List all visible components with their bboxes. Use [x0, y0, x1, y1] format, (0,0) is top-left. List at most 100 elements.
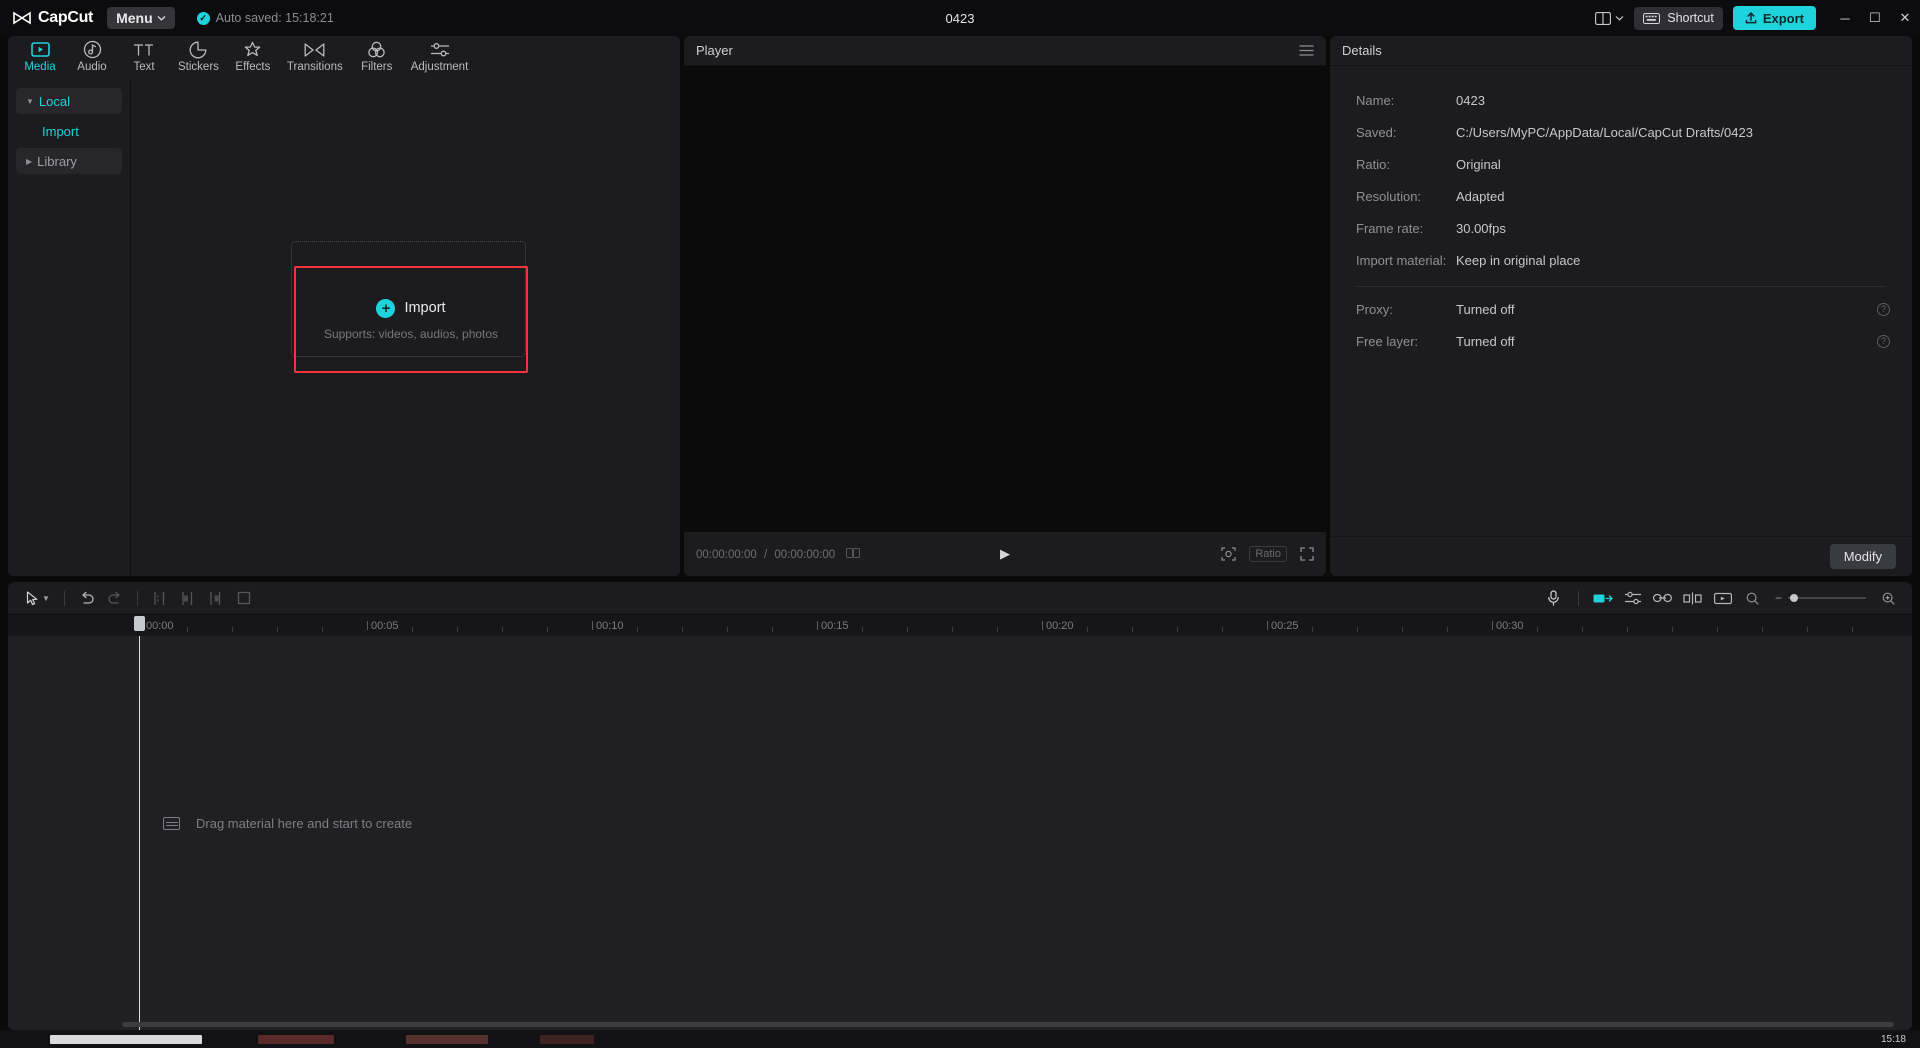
shortcut-label: Shortcut	[1667, 11, 1714, 25]
import-cta: + Import Supports: videos, audios, photo…	[291, 266, 531, 373]
detail-key: Saved:	[1356, 125, 1456, 140]
ruler-tick: 00:00	[146, 620, 174, 632]
tab-audio[interactable]: Audio	[66, 38, 118, 73]
tab-media[interactable]: Media	[14, 38, 66, 73]
adjustment-icon	[430, 40, 450, 59]
tab-stickers[interactable]: Stickers	[170, 38, 227, 73]
player-controls: 00:00:00:00 / 00:00:00:00 ▶	[684, 532, 1326, 576]
detail-value: Original	[1456, 157, 1501, 172]
snap-button[interactable]	[1679, 585, 1707, 611]
ruler-minor-tick	[997, 627, 998, 632]
export-icon	[1745, 12, 1757, 24]
ruler-minor-tick	[187, 627, 188, 632]
os-taskbar: 15:18	[0, 1030, 1920, 1048]
ruler-minor-tick	[1222, 627, 1223, 632]
delete-left-button[interactable]	[174, 585, 202, 611]
zoom-minus-icon[interactable]: −	[1775, 591, 1782, 605]
supports-label: Supports: videos, audios, photos	[324, 327, 498, 341]
taskbar-item[interactable]	[258, 1035, 334, 1044]
player-stage[interactable]	[684, 66, 1326, 532]
ruler-tick: 00:25	[1271, 620, 1299, 632]
media-content-area: + Import Supports: videos, audios, photo…	[130, 80, 680, 576]
ruler-minor-tick	[862, 627, 863, 632]
help-icon[interactable]: ?	[1877, 335, 1890, 348]
auto-subtitle-button[interactable]	[1589, 585, 1617, 611]
titlebar-actions: Shortcut Export ─ ☐ ✕	[1585, 0, 1920, 36]
preview-mode-button[interactable]	[1709, 585, 1737, 611]
ruler-minor-tick	[1717, 627, 1718, 632]
crop-button[interactable]	[230, 585, 258, 611]
taskbar-item[interactable]	[406, 1035, 488, 1044]
details-footer: Modify	[1330, 536, 1912, 576]
text-icon	[133, 40, 155, 59]
sidebar-item-local[interactable]: ▼ Local	[16, 88, 122, 114]
details-panel: Details Name: 0423 Saved: C:/Users/MyPC/…	[1330, 36, 1912, 576]
zoom-track[interactable]	[1788, 597, 1866, 599]
player-menu-icon[interactable]	[1299, 45, 1314, 56]
redo-button[interactable]	[101, 585, 129, 611]
sidebar-item-import[interactable]: Import	[16, 118, 122, 144]
taskbar-item[interactable]	[540, 1035, 594, 1044]
ruler-minor-tick	[277, 627, 278, 632]
timeline-zoom-slider[interactable]: −	[1775, 591, 1866, 605]
close-button[interactable]: ✕	[1890, 0, 1920, 36]
tab-filters[interactable]: Filters	[351, 38, 403, 73]
ruler-tick: 00:30	[1496, 620, 1524, 632]
tab-text[interactable]: Text	[118, 38, 170, 73]
app-name: CapCut	[38, 9, 93, 27]
zoom-fit-button[interactable]	[1874, 585, 1902, 611]
help-icon[interactable]: ?	[1877, 303, 1890, 316]
undo-button[interactable]	[73, 585, 101, 611]
time-separator: /	[764, 549, 767, 561]
ratio-button[interactable]: Ratio	[1249, 546, 1287, 562]
ruler-minor-tick	[1357, 627, 1358, 632]
minimize-button[interactable]: ─	[1830, 0, 1860, 36]
import-button[interactable]: + Import	[376, 299, 445, 318]
timeline-tracks-area[interactable]: Drag material here and start to create	[8, 636, 1912, 1030]
detail-value: Adapted	[1456, 189, 1504, 204]
tab-adjustment[interactable]: Adjustment	[403, 38, 477, 73]
ruler-minor-tick	[502, 627, 503, 632]
delete-right-button[interactable]	[202, 585, 230, 611]
zoom-out-button[interactable]	[1739, 585, 1767, 611]
split-button[interactable]	[146, 585, 174, 611]
total-time: 00:00:00:00	[774, 549, 835, 561]
tab-effects[interactable]: Effects	[227, 38, 279, 73]
record-voiceover-button[interactable]	[1540, 585, 1568, 611]
details-list: Name: 0423 Saved: C:/Users/MyPC/AppData/…	[1330, 66, 1912, 357]
export-button[interactable]: Export	[1733, 6, 1816, 30]
tab-transitions[interactable]: Transitions	[279, 38, 351, 73]
play-button[interactable]: ▶	[1000, 546, 1010, 562]
menu-button[interactable]: Menu	[107, 7, 175, 29]
link-button[interactable]	[1649, 585, 1677, 611]
fullscreen-icon[interactable]	[1300, 547, 1314, 561]
ruler-minor-tick	[1537, 627, 1538, 632]
playhead[interactable]	[139, 636, 140, 1030]
player-header: Player	[684, 36, 1326, 66]
stickers-icon	[189, 40, 207, 59]
modify-button[interactable]: Modify	[1830, 544, 1896, 569]
import-button-label: Import	[404, 300, 445, 316]
tool-dropdown-caret-icon[interactable]: ▼	[42, 594, 50, 603]
shortcut-button[interactable]: Shortcut	[1634, 7, 1723, 30]
taskbar-item[interactable]	[50, 1035, 202, 1044]
capcut-logo-icon	[12, 10, 32, 26]
snapshot-icon[interactable]	[1221, 547, 1236, 561]
detail-row-name: Name: 0423	[1356, 84, 1886, 116]
player-panel: Player 00:00:00:00 / 00:00:00:00	[684, 36, 1326, 576]
mixer-button[interactable]	[1619, 585, 1647, 611]
effects-icon	[243, 40, 262, 59]
timecode-settings-icon[interactable]	[846, 548, 860, 558]
ruler-minor-tick	[1582, 627, 1583, 632]
maximize-button[interactable]: ☐	[1860, 0, 1890, 36]
audio-icon	[83, 40, 102, 59]
sidebar-item-library[interactable]: ▶ Library	[16, 148, 122, 174]
layout-switch-button[interactable]	[1585, 12, 1634, 25]
playhead-handle[interactable]	[134, 616, 145, 631]
detail-value: Keep in original place	[1456, 253, 1580, 268]
timeline-horizontal-scrollbar[interactable]	[122, 1022, 1894, 1027]
zoom-knob[interactable]	[1790, 594, 1798, 602]
menu-label: Menu	[116, 10, 153, 26]
ruler-minor-tick	[1402, 627, 1403, 632]
timeline-ruler[interactable]: 00:00 00:05 00:10 00:15 00:20 00:25 00:3…	[8, 614, 1912, 636]
